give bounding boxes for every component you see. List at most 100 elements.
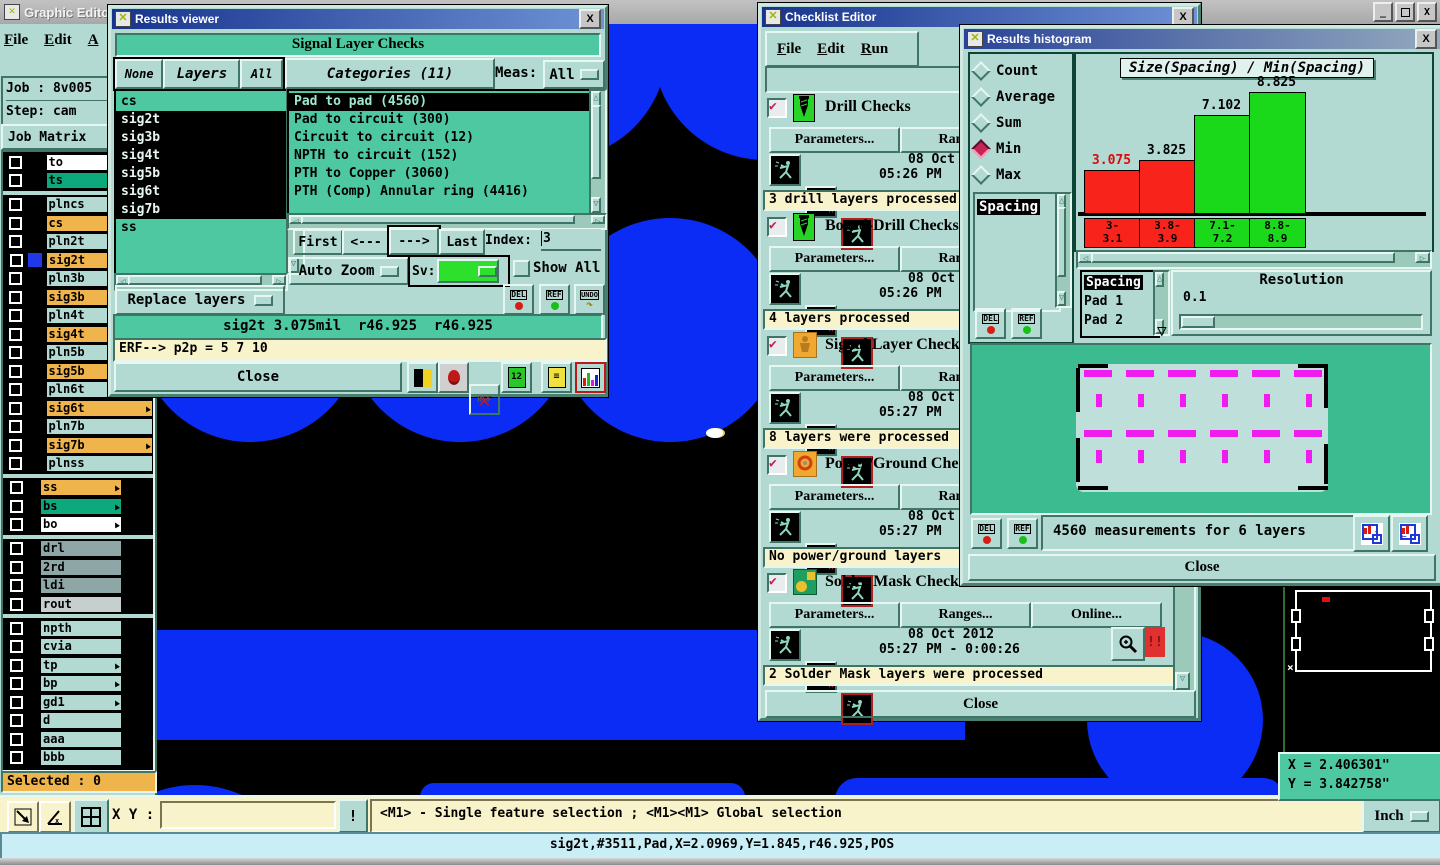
section-button-parameters[interactable]: Parameters... — [769, 246, 900, 272]
checklist-menu-file[interactable]: File — [777, 41, 801, 58]
checklist-menu-bar[interactable]: File Edit Run — [765, 31, 919, 67]
rv-undo-button[interactable]: UNDO ↷ — [574, 284, 605, 315]
rv-histogram-icon-button[interactable] — [575, 362, 606, 393]
rv-category-item[interactable]: PTH to Copper (3060) — [289, 165, 589, 183]
layer-checkbox[interactable] — [6, 289, 26, 305]
run-icon[interactable] — [769, 154, 801, 186]
radio-diamond-icon[interactable] — [971, 87, 991, 107]
rv-index-input[interactable]: 3 — [541, 229, 601, 251]
layer-checkbox[interactable] — [6, 326, 26, 342]
xy-input[interactable] — [160, 801, 336, 829]
histogram-attr-scrollbar[interactable]: △ ▽ — [1153, 270, 1170, 340]
layer-row[interactable]: bs ▲ — [3, 497, 153, 515]
rv-layer-item-sig4t[interactable]: sig4t — [116, 147, 286, 165]
main-menu-bar[interactable]: File Edit A — [4, 32, 115, 49]
rv-layer-item-sig3b[interactable]: sig3b — [116, 129, 286, 147]
layer-name-bs[interactable]: bs ▲ — [40, 497, 122, 515]
checklist-menu-run[interactable]: Run — [861, 41, 889, 58]
layer-name-sig6t[interactable]: sig6t ▲ — [45, 399, 153, 417]
layer-row[interactable]: tp ▲ — [3, 656, 153, 674]
layer-name-bo[interactable]: bo ▲ — [40, 516, 122, 533]
layer-checkbox[interactable] — [6, 540, 26, 557]
rv-category-item[interactable]: NPTH to circuit (152) — [289, 147, 589, 165]
rv-layer-item-cs[interactable]: cs — [116, 93, 286, 111]
rv-category-item[interactable]: PTH (Comp) Annular ring (4416) — [289, 183, 589, 201]
layer-row[interactable]: sig6t ▲ — [3, 399, 153, 417]
layer-checkbox[interactable] — [6, 657, 26, 673]
histogram-attr-list[interactable]: Spacing Pad 1 Pad 2 — [1080, 270, 1160, 338]
measure-angle-button[interactable]: x — [39, 801, 71, 833]
rv-meas-dropdown[interactable]: All — [543, 60, 605, 89]
rv-layer-item-sig6t[interactable]: sig6t — [116, 183, 286, 201]
layer-checkbox[interactable] — [6, 712, 26, 729]
rv-layer-item-sig2t[interactable]: sig2t — [116, 111, 286, 129]
layer-checkbox[interactable] — [6, 307, 26, 324]
stat-option-max[interactable]: Max — [971, 162, 1072, 188]
radio-diamond-icon[interactable] — [971, 139, 991, 159]
layer-checkbox[interactable] — [6, 731, 26, 747]
rv-showall-checkbox[interactable] — [513, 260, 530, 277]
stat-option-sum[interactable]: Sum — [971, 110, 1072, 136]
menu-item-a[interactable]: A — [88, 32, 99, 49]
layer-checkbox[interactable] — [6, 638, 26, 655]
rv-replace-layers-dropdown[interactable]: Replace layers — [115, 285, 285, 315]
layer-name-bbb[interactable]: bbb — [40, 749, 122, 766]
layer-row[interactable]: plnss — [3, 455, 153, 472]
histogram-del-button[interactable]: DEL — [975, 308, 1006, 339]
rv-close-button[interactable]: Close — [114, 362, 402, 392]
histogram-measure-scrollbar[interactable]: △ ▽ — [1055, 192, 1072, 308]
layer-name-aaa[interactable]: aaa — [40, 730, 122, 748]
layer-checkbox[interactable] — [6, 196, 26, 213]
layer-checkbox[interactable] — [6, 620, 26, 636]
layer-checkbox[interactable] — [6, 516, 26, 533]
section-button-parameters[interactable]: Parameters... — [769, 484, 900, 510]
layer-checkbox[interactable] — [6, 437, 26, 453]
layer-checkbox[interactable] — [6, 577, 26, 594]
overview-panel[interactable]: × — [1283, 577, 1440, 752]
stat-option-count[interactable]: Count — [971, 58, 1072, 84]
layer-checkbox[interactable] — [6, 559, 26, 575]
attr-item-pad2[interactable]: Pad 2 — [1084, 311, 1156, 330]
section-magnify-button[interactable] — [1111, 627, 1145, 661]
rv-sv-color-dropdown[interactable] — [437, 259, 500, 283]
rv-layer-list[interactable]: cs sig2t sig3b sig4t sig5b sig6t sig7b ss — [114, 89, 288, 277]
rv-ref-button[interactable]: REF — [539, 284, 570, 315]
zoom-corner-button[interactable] — [7, 801, 39, 833]
stat-option-min[interactable]: Min — [971, 136, 1072, 162]
layer-row[interactable]: pln7b — [3, 418, 153, 435]
histogram-ref-button[interactable]: REF — [1011, 308, 1042, 339]
rv-filter-all[interactable]: All — [240, 59, 283, 89]
histogram-title-bar[interactable]: ✕ Results histogram X — [964, 29, 1440, 49]
layer-row[interactable]: aaa — [3, 730, 153, 748]
layer-checkbox[interactable] — [6, 233, 26, 250]
layer-checkbox[interactable] — [6, 252, 26, 268]
section-checkbox[interactable]: ✔ — [767, 573, 787, 593]
histogram-del-button-2[interactable]: DEL — [971, 518, 1002, 549]
layer-name-sig7b[interactable]: sig7b ▲ — [45, 436, 153, 454]
layer-name-drl[interactable]: drl — [40, 540, 122, 557]
rv-layers-icon-button[interactable]: 12 — [501, 362, 532, 393]
run-icon[interactable] — [769, 629, 801, 661]
checklist-close-icon[interactable]: X — [1172, 7, 1194, 27]
layer-row[interactable]: bbb — [3, 749, 153, 766]
layer-name-2rd[interactable]: 2rd — [40, 558, 122, 576]
alert-button[interactable]: ! — [338, 799, 368, 833]
rv-layer-item-ss[interactable]: ss — [116, 219, 286, 237]
layer-name-tp[interactable]: tp ▲ — [40, 656, 122, 674]
run-icon[interactable] — [769, 273, 801, 305]
layer-checkbox[interactable] — [6, 418, 26, 435]
layer-row[interactable]: rout — [3, 595, 153, 613]
layer-row[interactable]: gd1 ▲ — [3, 693, 153, 711]
results-viewer-title-bar[interactable]: ✕ Results viewer X — [112, 9, 604, 29]
rv-category-item[interactable]: Circuit to circuit (12) — [289, 129, 589, 147]
section-checkbox[interactable]: ✔ — [767, 98, 787, 118]
restore-button[interactable] — [1395, 2, 1415, 22]
rv-categories-list[interactable]: Pad to pad (4560) Pad to circuit (300) Cir… — [287, 89, 591, 217]
histogram-close-button[interactable]: Close — [968, 554, 1436, 581]
layer-checkbox[interactable] — [6, 172, 26, 189]
rv-filter-layers[interactable]: Layers — [163, 59, 241, 89]
histogram-ref-button-2[interactable]: REF — [1007, 518, 1038, 549]
layer-row[interactable]: sig7b ▲ — [3, 436, 153, 454]
run-icon[interactable] — [769, 511, 801, 543]
rv-categories-hscrollbar[interactable]: ◁ ▷ — [287, 213, 607, 230]
